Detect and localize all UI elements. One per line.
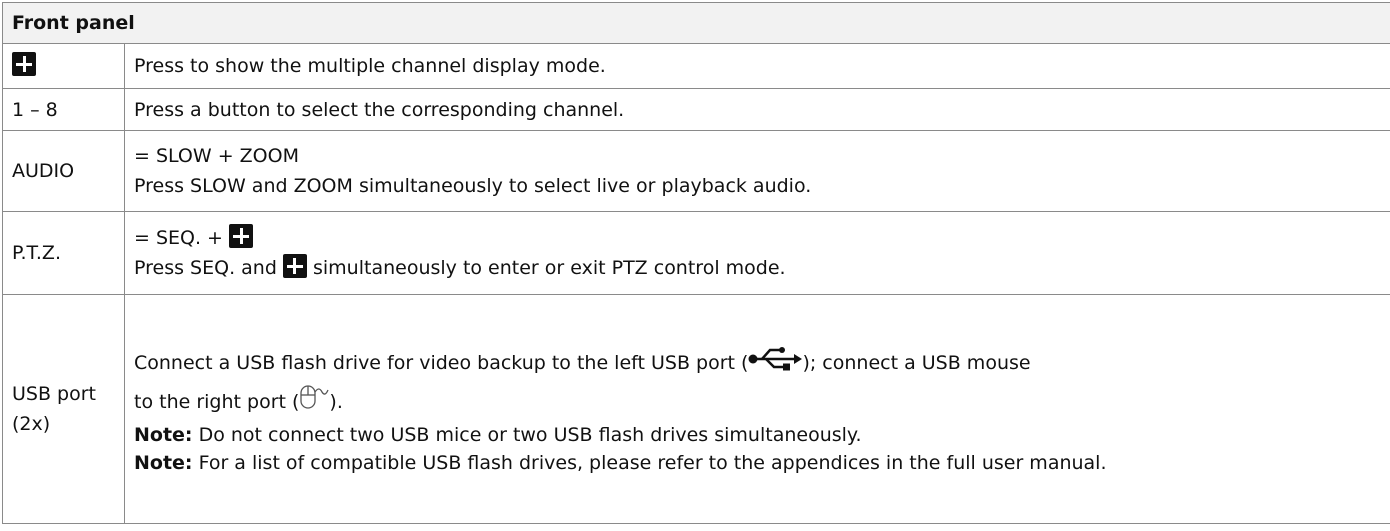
desc-line: = SLOW + ZOOM <box>134 145 299 167</box>
desc-line: Press SEQ. and simultaneously to enter o… <box>134 253 1381 283</box>
desc-line: to the right port ( ). <box>134 384 1381 419</box>
document-page: Front panel Press to show the multiple c… <box>0 0 1390 531</box>
table-row: AUDIO = SLOW + ZOOM Press SLOW and ZOOM … <box>2 130 1390 212</box>
desc-cell: = SLOW + ZOOM Press SLOW and ZOOM simult… <box>123 130 1390 212</box>
key-cell: 1 – 8 <box>2 88 125 131</box>
key-line: (2x) <box>12 413 51 435</box>
desc-text: ). <box>329 390 343 413</box>
table-row: 1 – 8 Press a button to select the corre… <box>2 88 1390 131</box>
desc-text: to the right port ( <box>134 390 300 413</box>
grid-icon <box>229 224 254 248</box>
note-line: Note: Do not connect two USB mice or two… <box>134 421 1381 449</box>
desc-text: Connect a USB flash drive for video back… <box>134 351 749 374</box>
table-row: P.T.Z. = SEQ. + Press SEQ. and simultane… <box>2 211 1390 295</box>
mouse-icon <box>300 384 330 409</box>
desc-text: ); connect a USB mouse <box>802 351 1031 374</box>
desc-cell: Press a button to select the correspondi… <box>123 88 1390 131</box>
key-cell: P.T.Z. <box>2 211 125 295</box>
grid-icon <box>12 52 36 76</box>
desc-text: = SEQ. + <box>134 227 223 249</box>
desc-cell: Press to show the multiple channel displ… <box>123 43 1390 89</box>
note-label: Note: <box>134 451 193 474</box>
table-header-row: Front panel <box>1 2 1390 44</box>
note-text: Do not connect two USB mice or two USB f… <box>198 423 862 446</box>
desc-line: Connect a USB flash drive for video back… <box>134 342 1381 384</box>
desc-line: = SEQ. + <box>134 223 1381 253</box>
note-text: For a list of compatible USB flash drive… <box>198 451 1107 474</box>
desc-cell: Connect a USB flash drive for video back… <box>123 294 1390 524</box>
note-label: Note: <box>134 423 193 446</box>
usb-icon <box>748 346 803 370</box>
table-row: Press to show the multiple channel displ… <box>2 43 1390 89</box>
front-panel-table: Front panel Press to show the multiple c… <box>1 2 1390 524</box>
desc-text: Press SEQ. and <box>134 257 277 279</box>
key-cell <box>2 43 125 89</box>
grid-icon <box>282 254 307 278</box>
key-cell: USB port (2x) <box>2 294 125 524</box>
desc-cell: = SEQ. + Press SEQ. and simultaneously t… <box>123 211 1390 295</box>
note-line: Note: For a list of compatible USB flash… <box>134 449 1381 477</box>
key-line: USB port <box>12 383 96 405</box>
table-title: Front panel <box>1 2 1390 44</box>
table-row: USB port (2x) Connect a USB flash drive … <box>2 294 1390 524</box>
key-cell: AUDIO <box>2 130 125 212</box>
desc-line: Press SLOW and ZOOM simultaneously to se… <box>134 175 812 197</box>
desc-text: simultaneously to enter or exit PTZ cont… <box>312 257 786 279</box>
